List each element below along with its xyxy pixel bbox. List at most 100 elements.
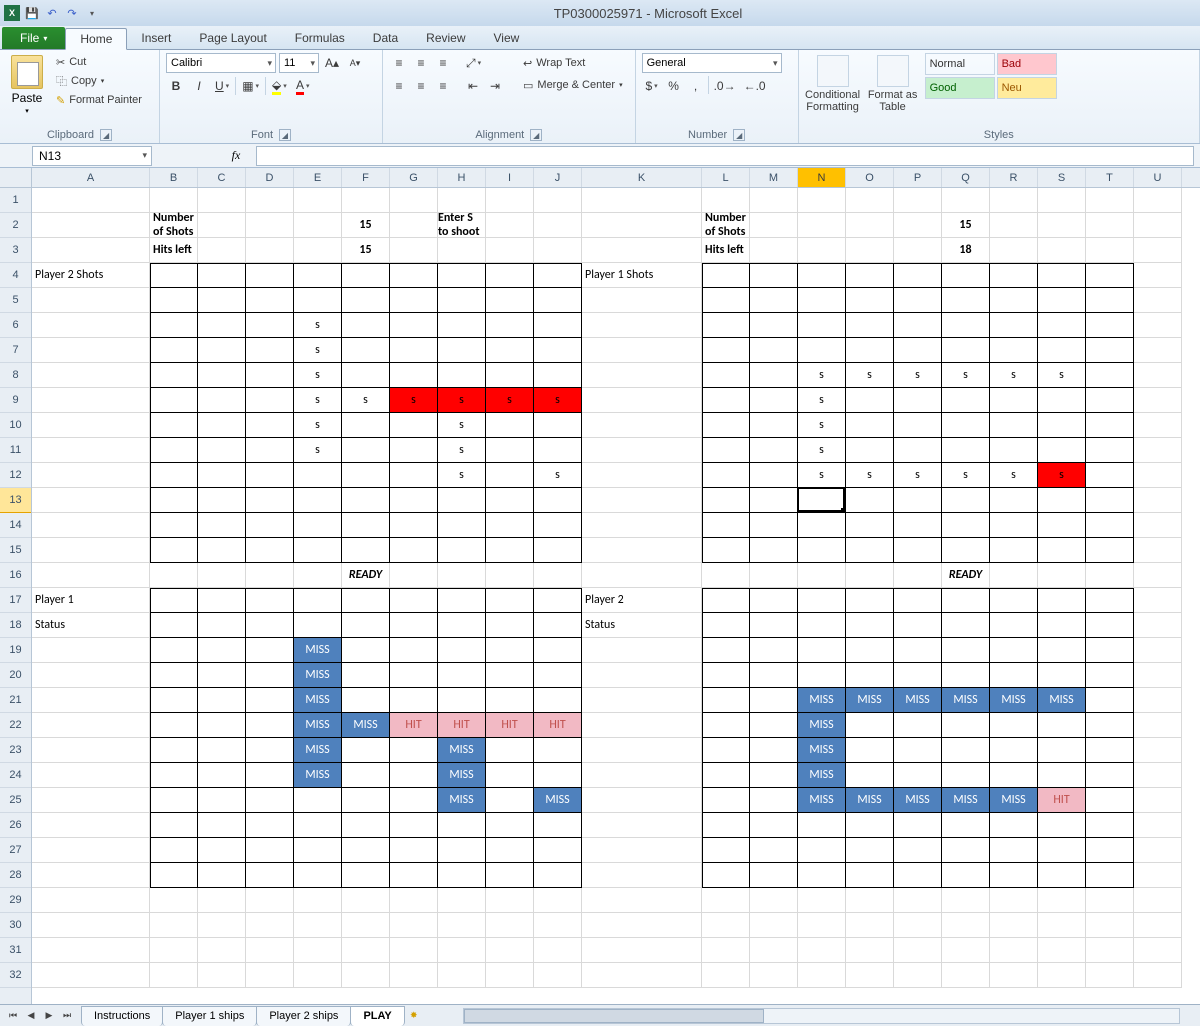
col-header-N[interactable]: N: [798, 168, 846, 187]
cell-E7[interactable]: s: [294, 338, 342, 363]
font-launcher[interactable]: ◢: [279, 129, 291, 141]
cell-L32[interactable]: [702, 963, 750, 988]
cell-T22[interactable]: [1086, 713, 1134, 738]
cell-T24[interactable]: [1086, 763, 1134, 788]
cell-K12[interactable]: [582, 463, 702, 488]
cell-B15[interactable]: [150, 538, 198, 563]
cell-S30[interactable]: [1038, 913, 1086, 938]
cell-C5[interactable]: [198, 288, 246, 313]
row-header-32[interactable]: 32: [0, 963, 31, 988]
cell-H27[interactable]: [438, 838, 486, 863]
cell-S13[interactable]: [1038, 488, 1086, 513]
cell-K14[interactable]: [582, 513, 702, 538]
cell-F29[interactable]: [342, 888, 390, 913]
cell-Q30[interactable]: [942, 913, 990, 938]
cell-M21[interactable]: [750, 688, 798, 713]
cell-M3[interactable]: [750, 238, 798, 263]
cell-U6[interactable]: [1134, 313, 1182, 338]
cell-N20[interactable]: [798, 663, 846, 688]
cell-M1[interactable]: [750, 188, 798, 213]
cell-R28[interactable]: [990, 863, 1038, 888]
cell-O10[interactable]: [846, 413, 894, 438]
cell-S3[interactable]: [1038, 238, 1086, 263]
cell-K8[interactable]: [582, 363, 702, 388]
cell-styles-gallery[interactable]: Normal Bad Good Neu: [925, 53, 1057, 99]
cell-B29[interactable]: [150, 888, 198, 913]
cell-K19[interactable]: [582, 638, 702, 663]
cell-L22[interactable]: [702, 713, 750, 738]
cell-L29[interactable]: [702, 888, 750, 913]
cell-N28[interactable]: [798, 863, 846, 888]
cell-T18[interactable]: [1086, 613, 1134, 638]
cell-G32[interactable]: [390, 963, 438, 988]
cell-G12[interactable]: [390, 463, 438, 488]
cell-N11[interactable]: s: [798, 438, 846, 463]
cell-H4[interactable]: [438, 263, 486, 288]
cell-Q15[interactable]: [942, 538, 990, 563]
cell-S16[interactable]: [1038, 563, 1086, 588]
row-header-23[interactable]: 23: [0, 738, 31, 763]
cell-T25[interactable]: [1086, 788, 1134, 813]
cell-D28[interactable]: [246, 863, 294, 888]
cell-E10[interactable]: s: [294, 413, 342, 438]
cell-T21[interactable]: [1086, 688, 1134, 713]
align-right-icon[interactable]: ≡: [433, 76, 453, 96]
cell-H8[interactable]: [438, 363, 486, 388]
cell-G14[interactable]: [390, 513, 438, 538]
cell-N19[interactable]: [798, 638, 846, 663]
cell-C32[interactable]: [198, 963, 246, 988]
cell-H22[interactable]: HIT: [438, 713, 486, 738]
cell-D8[interactable]: [246, 363, 294, 388]
cell-S27[interactable]: [1038, 838, 1086, 863]
cell-G3[interactable]: [390, 238, 438, 263]
cell-G26[interactable]: [390, 813, 438, 838]
cell-N2[interactable]: [798, 213, 846, 238]
cell-O24[interactable]: [846, 763, 894, 788]
cell-U32[interactable]: [1134, 963, 1182, 988]
cell-U28[interactable]: [1134, 863, 1182, 888]
cell-S32[interactable]: [1038, 963, 1086, 988]
cell-A30[interactable]: [32, 913, 150, 938]
cell-E6[interactable]: s: [294, 313, 342, 338]
cell-E16[interactable]: [294, 563, 342, 588]
cell-E32[interactable]: [294, 963, 342, 988]
cell-B7[interactable]: [150, 338, 198, 363]
cell-G10[interactable]: [390, 413, 438, 438]
cell-O17[interactable]: [846, 588, 894, 613]
cell-O13[interactable]: [846, 488, 894, 513]
cell-O26[interactable]: [846, 813, 894, 838]
cell-P14[interactable]: [894, 513, 942, 538]
cell-J32[interactable]: [534, 963, 582, 988]
cell-E11[interactable]: s: [294, 438, 342, 463]
cell-J20[interactable]: [534, 663, 582, 688]
cell-I5[interactable]: [486, 288, 534, 313]
cell-J7[interactable]: [534, 338, 582, 363]
cell-S10[interactable]: [1038, 413, 1086, 438]
cell-G23[interactable]: [390, 738, 438, 763]
cell-I18[interactable]: [486, 613, 534, 638]
row-header-15[interactable]: 15: [0, 538, 31, 563]
col-header-G[interactable]: G: [390, 168, 438, 187]
cell-T1[interactable]: [1086, 188, 1134, 213]
cell-Q29[interactable]: [942, 888, 990, 913]
next-sheet-icon[interactable]: ▶: [40, 1007, 58, 1025]
decrease-indent-icon[interactable]: ⇤: [463, 76, 483, 96]
cell-D19[interactable]: [246, 638, 294, 663]
cell-O27[interactable]: [846, 838, 894, 863]
cell-E17[interactable]: [294, 588, 342, 613]
cell-D29[interactable]: [246, 888, 294, 913]
cell-O8[interactable]: s: [846, 363, 894, 388]
tab-insert[interactable]: Insert: [127, 27, 185, 49]
cell-U4[interactable]: [1134, 263, 1182, 288]
cell-Q11[interactable]: [942, 438, 990, 463]
cell-D20[interactable]: [246, 663, 294, 688]
cell-Q19[interactable]: [942, 638, 990, 663]
cell-M23[interactable]: [750, 738, 798, 763]
row-header-21[interactable]: 21: [0, 688, 31, 713]
cell-G29[interactable]: [390, 888, 438, 913]
italic-button[interactable]: I: [189, 76, 209, 96]
cell-R31[interactable]: [990, 938, 1038, 963]
cell-P29[interactable]: [894, 888, 942, 913]
row-header-2[interactable]: 2: [0, 213, 31, 238]
cell-N3[interactable]: [798, 238, 846, 263]
